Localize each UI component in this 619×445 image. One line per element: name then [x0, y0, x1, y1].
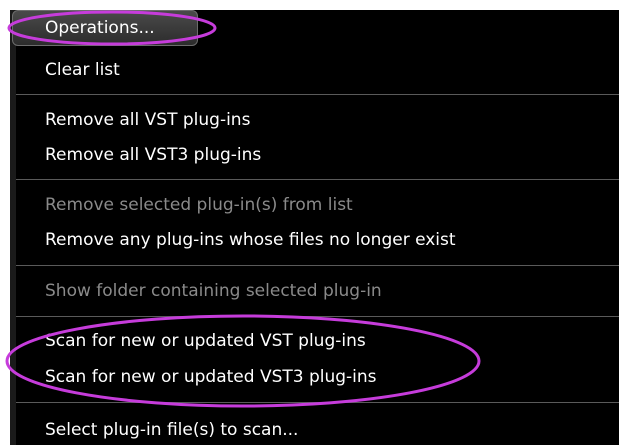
menu-item-remove-all-vst[interactable]: Remove all VST plug-ins	[45, 110, 250, 130]
menu-separator	[16, 316, 619, 317]
menu-item-remove-selected: Remove selected plug-in(s) from list	[45, 195, 353, 215]
menu-separator	[16, 402, 619, 403]
menu-item-show-folder: Show folder containing selected plug-in	[45, 281, 382, 301]
menu-separator	[16, 94, 619, 95]
menu-left-edge	[10, 10, 16, 445]
operations-button[interactable]: Operations...	[12, 10, 198, 46]
screenshot-stage: Operations... Clear list Remove all VST …	[0, 0, 619, 445]
menu-item-clear-list[interactable]: Clear list	[45, 60, 120, 80]
menu-item-remove-all-vst3[interactable]: Remove all VST3 plug-ins	[45, 145, 261, 165]
menu-item-scan-vst3[interactable]: Scan for new or updated VST3 plug-ins	[45, 367, 377, 387]
menu-item-scan-vst[interactable]: Scan for new or updated VST plug-ins	[45, 331, 366, 351]
menu-separator	[16, 265, 619, 266]
menu-item-remove-missing[interactable]: Remove any plug-ins whose files no longe…	[45, 230, 456, 250]
menu-separator	[16, 179, 619, 180]
menu-item-select-files[interactable]: Select plug-in file(s) to scan...	[45, 420, 298, 440]
